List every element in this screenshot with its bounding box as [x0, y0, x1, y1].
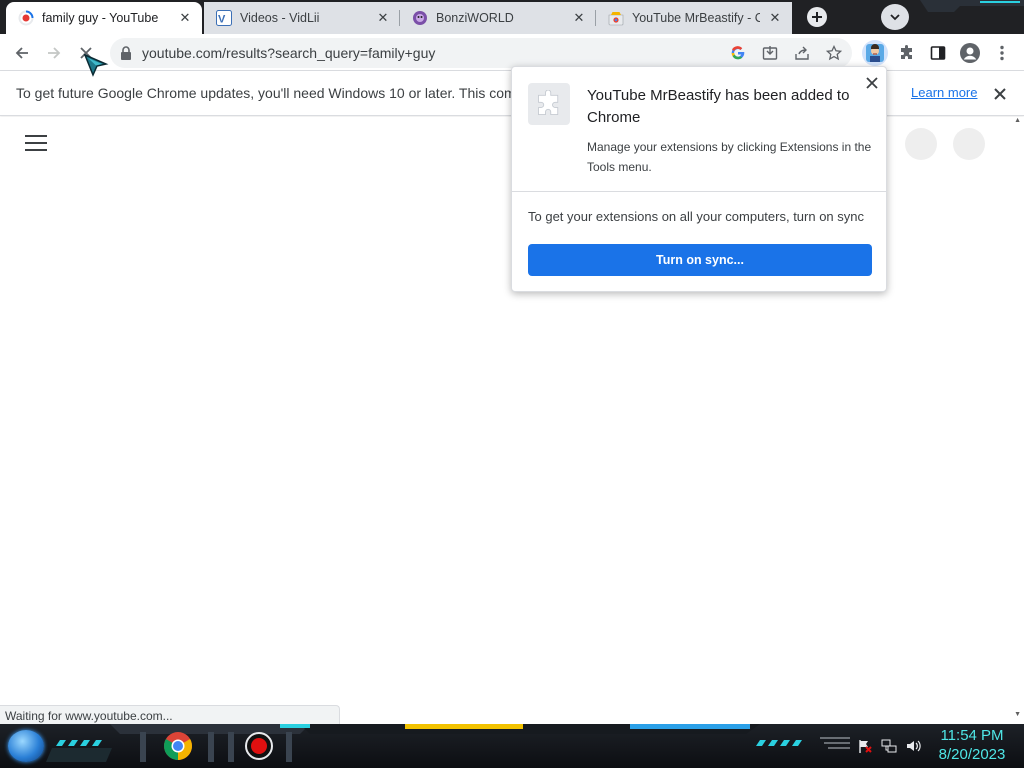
mrbeastify-icon — [866, 44, 884, 62]
forward-button[interactable] — [39, 38, 69, 68]
side-panel-button[interactable] — [923, 38, 953, 68]
install-app-icon[interactable] — [760, 43, 780, 63]
clock-time: 11:54 PM — [940, 727, 1004, 744]
taskbar-clock[interactable]: 11:54 PM 8/20/2023 — [930, 726, 1014, 764]
chrome-menu-button[interactable] — [987, 38, 1017, 68]
tab-title: family guy - YouTube — [42, 11, 159, 25]
popup-body: Manage your extensions by clicking Exten… — [587, 140, 872, 174]
puzzle-icon — [901, 45, 912, 59]
share-icon[interactable] — [792, 43, 812, 63]
popup-divider — [512, 191, 886, 192]
tab-bonziworld[interactable]: BonziWORLD ✕ — [400, 2, 596, 34]
close-icon[interactable]: ✕ — [570, 9, 588, 27]
arrow-left-icon — [15, 47, 28, 59]
learn-more-link[interactable]: Learn more — [911, 85, 977, 100]
network-icon[interactable] — [880, 738, 898, 754]
close-icon[interactable] — [862, 73, 882, 93]
tab-title: BonziWORLD — [436, 11, 514, 25]
taskbar-recorder-button[interactable] — [236, 729, 282, 763]
tab-search-button[interactable] — [881, 4, 909, 30]
kebab-menu-icon — [1000, 45, 1004, 61]
infobar-message: To get future Google Chrome updates, you… — [16, 85, 512, 101]
tab-title: YouTube MrBeastify - Ch — [632, 11, 760, 25]
avatar-icon — [960, 43, 980, 63]
start-button[interactable] — [8, 730, 44, 762]
taskbar-chrome-button[interactable] — [155, 729, 201, 763]
back-button[interactable] — [7, 38, 37, 68]
plus-icon — [807, 7, 827, 27]
chevron-down-icon — [890, 14, 900, 21]
lock-icon[interactable] — [120, 46, 132, 60]
tab-title: Videos - VidLii — [240, 11, 320, 25]
chrome-webstore-icon — [608, 10, 624, 26]
windows-taskbar: 11:54 PM 8/20/2023 — [0, 724, 1024, 768]
bookmark-star-icon[interactable] — [824, 43, 844, 63]
scroll-down-arrow-icon[interactable]: ▼ — [1014, 711, 1021, 718]
clock-date: 8/20/2023 — [938, 746, 1006, 763]
address-url[interactable]: youtube.com/results?search_query=family+… — [142, 45, 435, 61]
sync-promo-text: To get your extensions on all your compu… — [528, 209, 865, 224]
youtube-loading-icon — [18, 10, 34, 26]
close-icon[interactable]: ✕ — [176, 9, 194, 27]
chrome-icon — [164, 732, 192, 760]
extensions-button[interactable] — [892, 38, 922, 68]
theme-decoration — [920, 0, 1024, 12]
tab-mrbeastify-webstore[interactable]: YouTube MrBeastify - Ch ✕ — [596, 2, 792, 34]
svg-text:V: V — [218, 14, 226, 26]
status-bubble: Waiting for www.youtube.com... — [0, 705, 340, 725]
bonziworld-icon — [412, 10, 428, 26]
scroll-up-arrow-icon[interactable]: ▲ — [1014, 117, 1021, 124]
arrow-right-icon — [48, 47, 61, 59]
close-icon[interactable] — [990, 84, 1010, 104]
vidlii-icon: V — [216, 10, 232, 26]
extension-installed-popup: YouTube MrBeastify has been added to Chr… — [511, 66, 887, 292]
tab-strip: family guy - YouTube ✕ V Videos - VidLii… — [0, 0, 1024, 34]
mouse-cursor-icon — [83, 53, 109, 77]
puzzle-icon — [528, 83, 570, 125]
google-lens-icon[interactable] — [728, 43, 748, 63]
tab-family-guy-youtube[interactable]: family guy - YouTube ✕ — [6, 2, 202, 34]
new-tab-button[interactable] — [803, 4, 831, 30]
hamburger-menu-icon[interactable] — [25, 135, 47, 151]
turn-on-sync-button[interactable]: Turn on sync... — [528, 244, 872, 276]
loading-placeholder-avatar — [953, 128, 985, 160]
profile-button[interactable] — [955, 38, 985, 68]
record-icon — [245, 732, 273, 760]
action-center-flag-icon[interactable] — [856, 738, 874, 754]
popup-title: YouTube MrBeastify has been added to Chr… — [587, 87, 850, 126]
close-icon[interactable]: ✕ — [374, 9, 392, 27]
volume-icon[interactable] — [904, 738, 922, 754]
address-bar[interactable]: youtube.com/results?search_query=family+… — [110, 38, 852, 68]
tab-vidlii[interactable]: V Videos - VidLii ✕ — [204, 2, 400, 34]
close-icon[interactable]: ✕ — [766, 9, 784, 27]
side-panel-icon — [930, 46, 946, 60]
mrbeastify-extension-button[interactable] — [862, 40, 888, 66]
loading-placeholder-avatar — [905, 128, 937, 160]
